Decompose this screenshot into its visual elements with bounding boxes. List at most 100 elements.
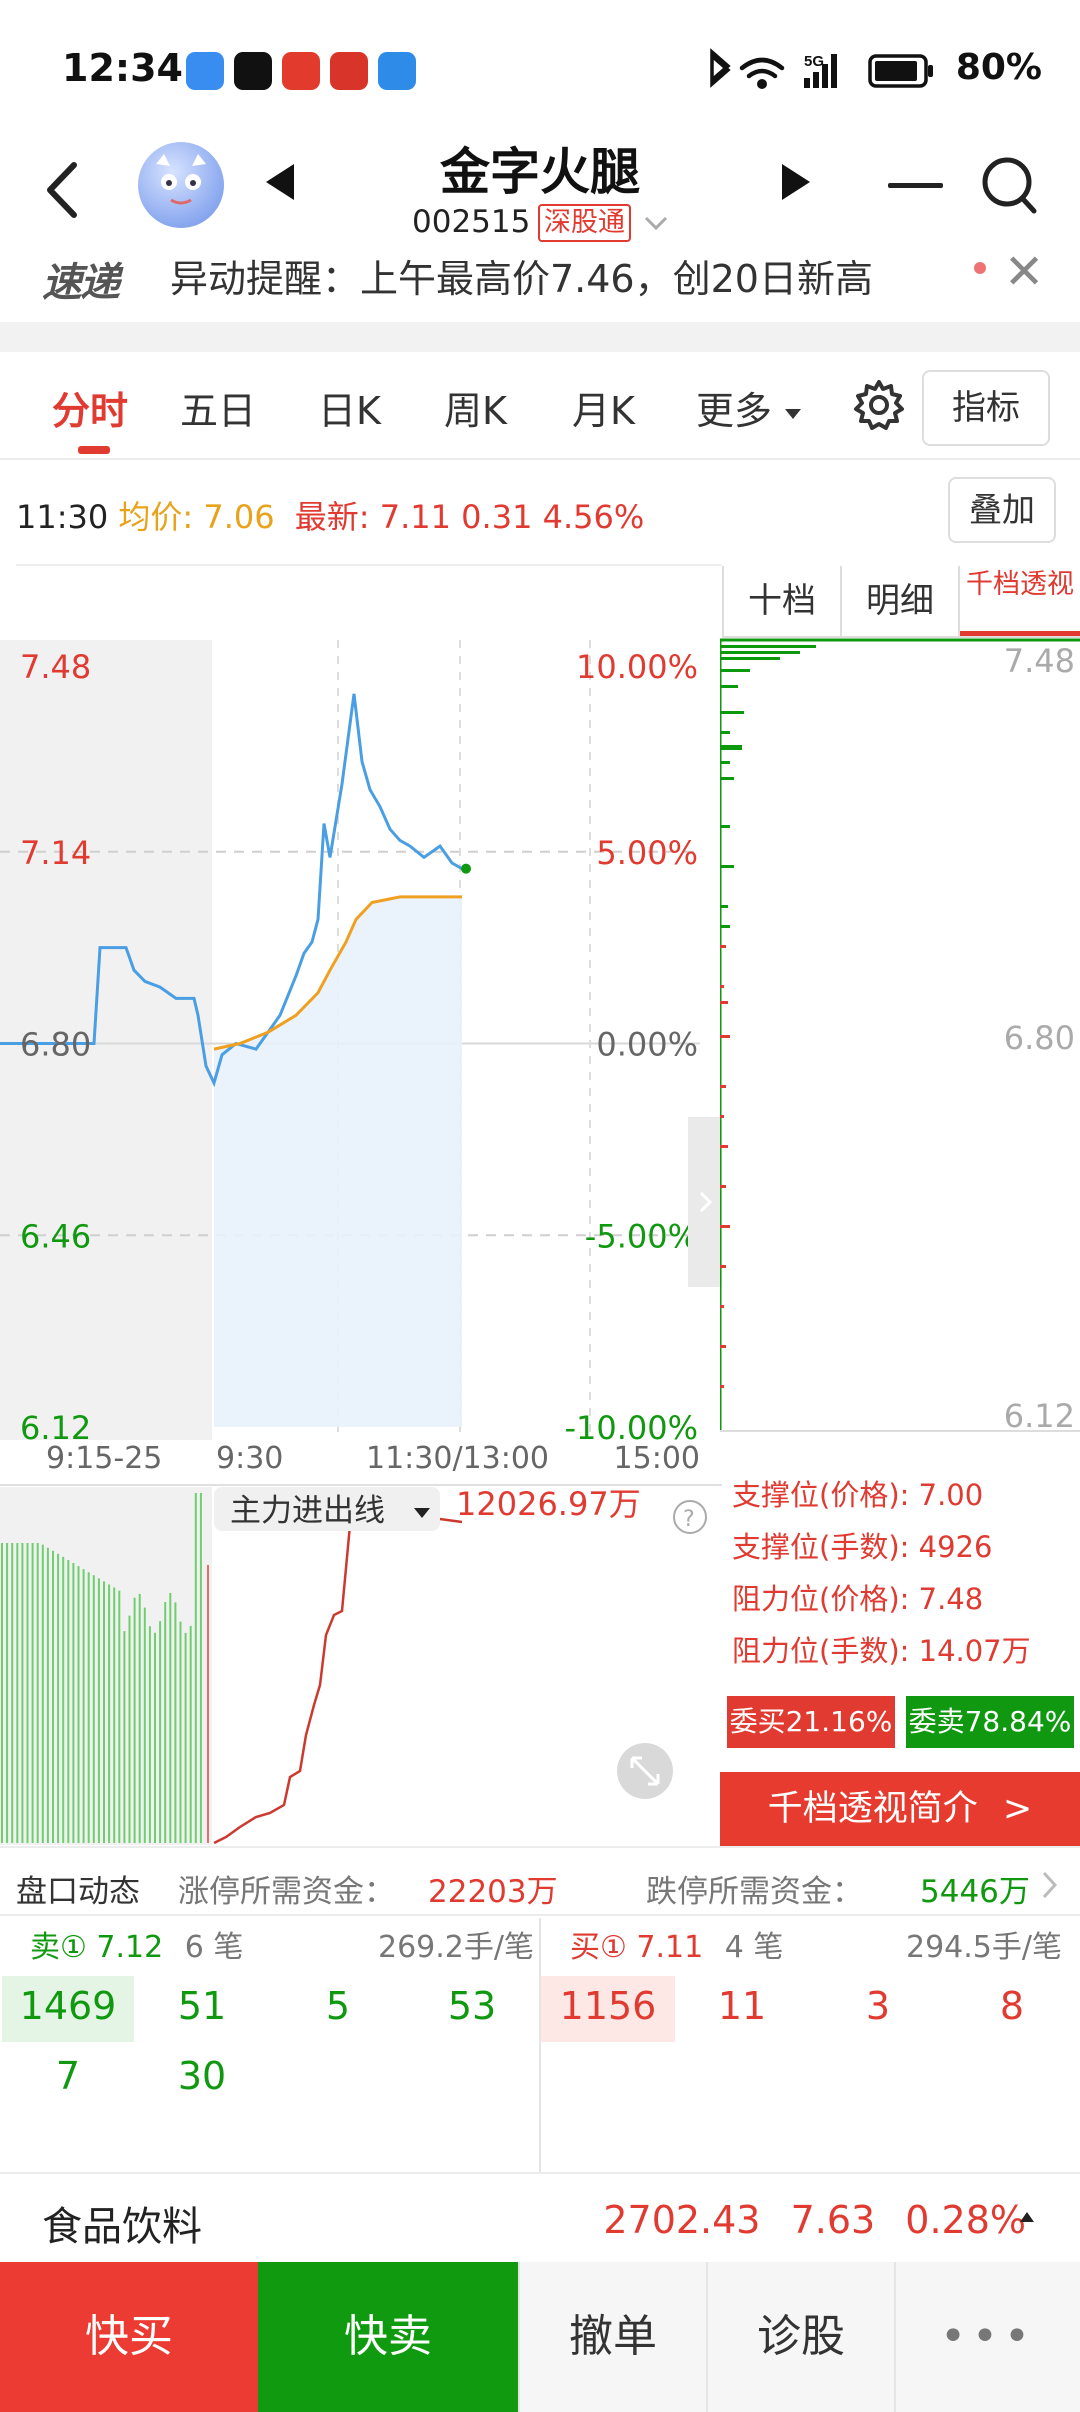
wifi-icon [739, 57, 785, 79]
collapse-handle [688, 1117, 722, 1287]
pct-axis-label: -5.00% [585, 1217, 698, 1255]
minimize-button[interactable] [888, 183, 943, 188]
depth-bar [720, 865, 734, 868]
buy-level-label: 买① 7.11 [570, 1930, 704, 1965]
tab-five-day[interactable]: 五日 [180, 380, 256, 435]
price-axis-label: 6.46 [20, 1217, 91, 1255]
depth-bar [720, 1085, 726, 1088]
triangle-left-icon [266, 164, 294, 200]
sector-price: 2702.43 [603, 2198, 761, 2242]
tab-daily-k[interactable]: 日K [318, 380, 381, 435]
alert-logo: 速递 [42, 260, 120, 306]
alert-unread-dot [974, 262, 986, 274]
depth-bar [720, 1305, 724, 1308]
stock-code: 002515 [412, 204, 531, 240]
depth-intro-button[interactable]: 千档透视简介 > [720, 1772, 1080, 1846]
buy-lot: 1156 [559, 1984, 657, 2028]
sector-change: 7.63 [790, 2198, 876, 2242]
chevron-right-icon: > [1002, 1789, 1033, 1829]
buy-avg: 294.5手/笔 [906, 1930, 1062, 1965]
tab-more[interactable]: 更多 [696, 380, 802, 435]
limit-up-value: 22203万 [428, 1874, 558, 1910]
pct-axis-label: 5.00% [596, 834, 698, 872]
price-time: 11:30 [16, 498, 109, 536]
svg-text:?: ? [683, 1507, 695, 1532]
depth-bar [720, 945, 726, 948]
sell-lot: 53 [447, 1984, 497, 2028]
latest-value: 7.11 [379, 498, 451, 536]
prev-stock-button[interactable] [262, 160, 298, 204]
indicator-button[interactable]: 指标 [922, 370, 1050, 446]
depth-bar [720, 731, 730, 734]
sell-ratio-badge: 委卖78.84% [906, 1696, 1074, 1748]
diagnose-button[interactable]: 诊股 [706, 2262, 894, 2412]
avg-value: 7.06 [203, 498, 275, 536]
flow-selector-label[interactable]: 主力进出线 [230, 1493, 385, 1529]
chevron-down-icon[interactable] [643, 214, 669, 232]
price-axis-label: 6.80 [20, 1026, 91, 1064]
depth-price-top: 7.48 [1004, 642, 1075, 680]
chevron-right-icon [1042, 1871, 1058, 1899]
next-stock-button[interactable] [778, 160, 814, 204]
pankou-title: 盘口动态 [16, 1874, 140, 1910]
limit-down-value: 5446万 [920, 1874, 1030, 1910]
mascot-icon [156, 154, 206, 205]
network-type-text: 5G [804, 53, 824, 70]
change-value: 0.31 [461, 498, 533, 536]
tab-intraday[interactable]: 分时 [52, 380, 128, 435]
last-price-dot [461, 863, 471, 874]
quick-buy-button[interactable]: 快买 [0, 2262, 258, 2412]
price-axis-label: 7.14 [20, 834, 91, 872]
area-fill [214, 896, 462, 1427]
price-axis-label: 7.48 [20, 648, 91, 686]
tab-weekly-k[interactable]: 周K [444, 380, 507, 435]
pankou-bar[interactable]: 盘口动态 涨停所需资金： 22203万 跌停所需资金： 5446万 [0, 1846, 1080, 1916]
tiktok-notification-icon [234, 52, 272, 90]
depth-bar [720, 905, 728, 908]
search-button[interactable] [980, 155, 1040, 219]
intraday-chart[interactable]: 7.487.146.806.466.12 10.00%5.00%0.00%-5.… [0, 565, 722, 1845]
more-button[interactable]: ••• [894, 2262, 1080, 2412]
depth-bar [720, 747, 742, 750]
app-notification-icon [330, 52, 368, 90]
depth-bar [720, 925, 730, 928]
support-lots: 支撑位(手数): 4926 [732, 1530, 993, 1564]
status-time: 12:34 [62, 46, 183, 90]
resist-lots: 阻力位(手数): 14.07万 [732, 1634, 1031, 1668]
depth-bar [720, 1115, 724, 1118]
back-button[interactable] [38, 155, 88, 225]
depth-bar [720, 777, 734, 780]
up-arrow-icon [1020, 2212, 1034, 2222]
alert-close-button[interactable]: ✕ [1004, 244, 1044, 300]
tab-monthly-k[interactable]: 月K [572, 380, 635, 435]
settings-gear-icon[interactable] [852, 378, 906, 432]
overlay-button[interactable]: 叠加 [948, 477, 1056, 543]
depth-bar [720, 1001, 728, 1004]
buy-lot: 8 [999, 1984, 1025, 2028]
sell-avg: 269.2手/笔 [378, 1930, 534, 1965]
time-axis-label: 11:30/13:00 [366, 1441, 549, 1476]
buy-lot: 11 [717, 1984, 767, 2028]
time-axis-label: 9:15-25 [46, 1441, 162, 1476]
sector-pct: 0.28% [905, 2198, 1026, 2242]
connect-badge[interactable]: 深股通 [538, 204, 631, 242]
limit-up-label: 涨停所需资金： [178, 1874, 395, 1910]
cancel-order-button[interactable]: 撤单 [518, 2262, 706, 2412]
active-tab-underline [78, 446, 110, 454]
stock-avatar[interactable] [138, 142, 224, 228]
depth-bar [720, 1185, 726, 1188]
chart-period-tabs: 分时 五日 日K 周K 月K 更多 指标 [0, 352, 1080, 460]
depth-price-mid: 6.80 [1004, 1019, 1075, 1057]
alert-text[interactable]: 异动提醒：上午最高价7.46，创20日新高 [170, 248, 873, 303]
app-notification-icon [378, 52, 416, 90]
depth-bar [720, 1035, 730, 1038]
pct-axis-label: 10.00% [576, 648, 698, 686]
change-pct: 4.56% [542, 498, 645, 536]
sell-lot: 5 [325, 1984, 351, 2028]
depth-bar [720, 1145, 728, 1148]
app-notification-icon [186, 52, 224, 90]
depth-bar [720, 711, 744, 714]
depth-bar [720, 985, 724, 988]
quick-sell-button[interactable]: 快卖 [258, 2262, 518, 2412]
price-info-line: 11:30 均价: 7.06 最新: 7.11 0.31 4.56% [16, 492, 644, 538]
